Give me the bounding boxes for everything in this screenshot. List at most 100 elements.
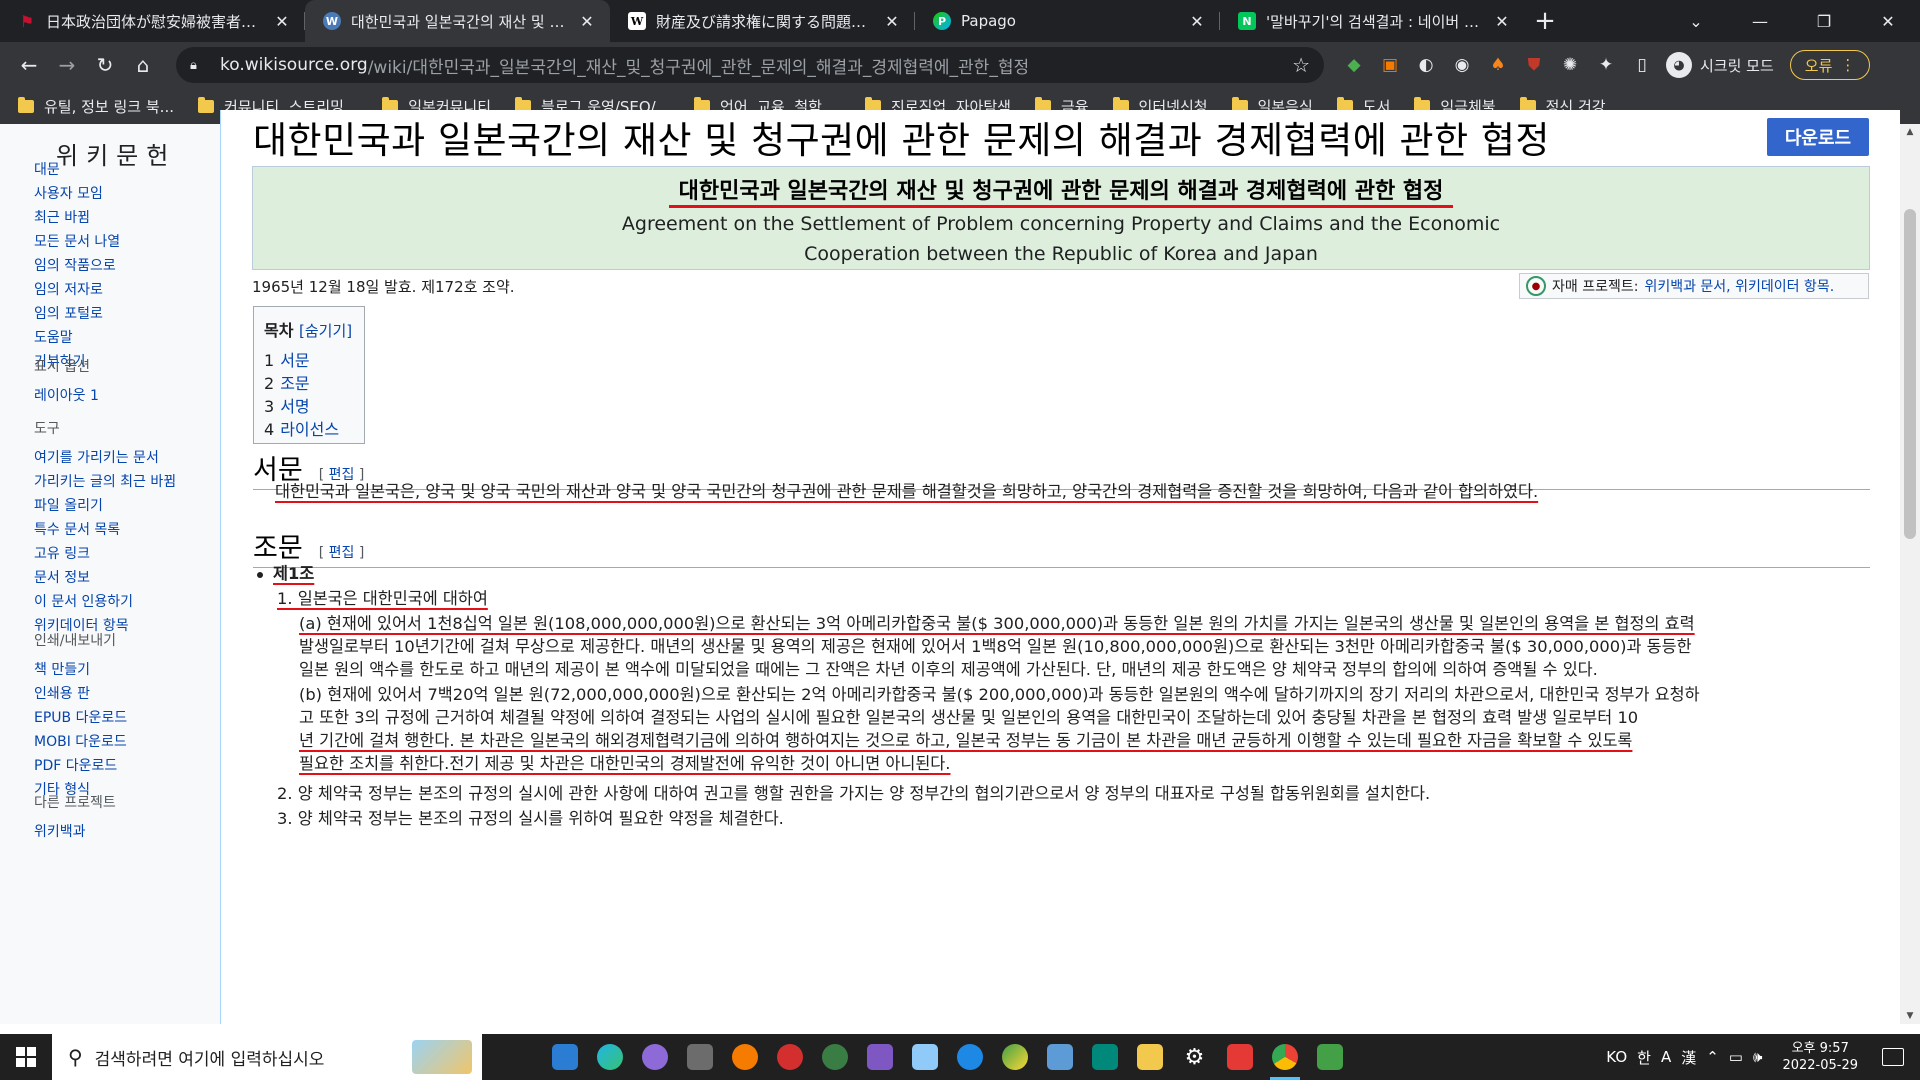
sidebar-link[interactable]: 이 문서 인용하기 bbox=[34, 592, 204, 612]
extension-icon[interactable]: ◐ bbox=[1408, 47, 1444, 83]
edit-link[interactable]: 편집 bbox=[329, 545, 355, 561]
sidebar-link[interactable]: 임의 포털로 bbox=[34, 304, 204, 324]
toc-item[interactable]: 2 조문 bbox=[264, 372, 354, 395]
browser-tab[interactable]: W 財産及び請求権に関する問題の解決 ✕ bbox=[610, 0, 915, 42]
system-tray: KO 한 A 漢 ⌃ ▭ 🕪︎ 오후 9:57 2022-05-29 bbox=[1606, 1034, 1920, 1080]
bookmark-star-icon[interactable]: ☆ bbox=[1292, 53, 1310, 77]
mail-icon[interactable] bbox=[542, 1034, 587, 1080]
sidepanel-icon[interactable]: ▯ bbox=[1624, 47, 1660, 83]
page-scrollbar[interactable]: ▲ ▼ bbox=[1900, 124, 1920, 1024]
toc-toggle[interactable]: [숨기기] bbox=[299, 322, 352, 340]
start-button[interactable] bbox=[0, 1034, 52, 1080]
sidebar-link[interactable]: 여기를 가리키는 문서 bbox=[34, 448, 204, 468]
calculator-icon[interactable] bbox=[677, 1034, 722, 1080]
sidebar-link[interactable]: 가리키는 글의 최근 바뀜 bbox=[34, 472, 204, 492]
sidebar-link[interactable]: 사용자 모임 bbox=[34, 184, 204, 204]
app-icon[interactable] bbox=[1217, 1034, 1262, 1080]
sidebar-link[interactable]: PDF 다운로드 bbox=[34, 756, 204, 776]
app-icon[interactable] bbox=[992, 1034, 1037, 1080]
scroll-up-icon[interactable]: ▲ bbox=[1900, 124, 1920, 140]
error-button[interactable]: 오류 ⋮ bbox=[1789, 50, 1871, 80]
forward-arrow-icon[interactable]: → bbox=[48, 46, 86, 84]
extension-icon[interactable]: ◉ bbox=[1444, 47, 1480, 83]
extension-icon[interactable]: ▣ bbox=[1372, 47, 1408, 83]
app-icon[interactable] bbox=[812, 1034, 857, 1080]
minimize-button[interactable]: — bbox=[1728, 0, 1792, 42]
search-app-icon[interactable] bbox=[722, 1034, 767, 1080]
sidebar-link[interactable]: 문서 정보 bbox=[34, 568, 204, 588]
notification-icon[interactable] bbox=[1882, 1048, 1904, 1066]
sidebar-link[interactable]: 파일 올리기 bbox=[34, 496, 204, 516]
edge-icon[interactable] bbox=[587, 1034, 632, 1080]
back-arrow-icon[interactable]: ← bbox=[10, 46, 48, 84]
sidebar-link[interactable]: 책 만들기 bbox=[34, 660, 204, 680]
app-icon[interactable] bbox=[857, 1034, 902, 1080]
ime-hanja[interactable]: 漢 bbox=[1681, 1047, 1696, 1068]
close-icon[interactable]: ✕ bbox=[1493, 12, 1511, 31]
volume-icon[interactable]: 🕪︎ bbox=[1753, 1048, 1762, 1066]
file-explorer-icon[interactable] bbox=[1127, 1034, 1172, 1080]
browser-tab[interactable]: ⚑ 日本政治団体が慰安婦被害者を朝… ✕ bbox=[0, 0, 305, 42]
sidebar-link[interactable]: 레이아웃 1 bbox=[34, 386, 204, 406]
extension-icon[interactable]: ◆ bbox=[1336, 47, 1372, 83]
lock-icon[interactable]: 🔒︎ bbox=[190, 58, 210, 73]
reload-icon[interactable]: ↻ bbox=[86, 46, 124, 84]
notes-icon[interactable] bbox=[902, 1034, 947, 1080]
toc-item[interactable]: 4 라이선스 bbox=[264, 418, 354, 441]
bookmark-item[interactable]: 유틸, 정보 링크 북... bbox=[18, 96, 174, 117]
browser-tab-active[interactable]: W 대한민국과 일본국간의 재산 및 청구 ✕ bbox=[305, 0, 610, 42]
close-icon[interactable]: ✕ bbox=[1188, 12, 1206, 31]
sidebar-link[interactable]: 인쇄용 판 bbox=[34, 684, 204, 704]
browser-tab[interactable]: N '말바꾸기'의 검색결과 : 네이버 사전 ✕ bbox=[1220, 0, 1525, 42]
error-label: 오류 bbox=[1804, 56, 1833, 75]
app-icon[interactable] bbox=[947, 1034, 992, 1080]
metamask-icon[interactable]: ♠ bbox=[1480, 47, 1516, 83]
sidebar-link[interactable]: 대문 bbox=[34, 160, 204, 180]
sidebar-link[interactable]: 위키백과 bbox=[34, 822, 204, 842]
ublock-icon[interactable]: ⛊ bbox=[1516, 47, 1552, 83]
chevron-up-icon[interactable]: ⌃ bbox=[1706, 1048, 1719, 1066]
network-icon[interactable]: ▭ bbox=[1729, 1048, 1743, 1066]
maximize-button[interactable]: ❐ bbox=[1792, 0, 1856, 42]
close-window-button[interactable]: ✕ bbox=[1856, 0, 1920, 42]
sidebar-link[interactable]: MOBI 다운로드 bbox=[34, 732, 204, 752]
settings-gear-icon[interactable]: ⚙ bbox=[1172, 1034, 1217, 1080]
toc-item[interactable]: 1 서문 bbox=[264, 349, 354, 372]
app-icon[interactable] bbox=[767, 1034, 812, 1080]
sidebar-link[interactable]: 임의 작품으로 bbox=[34, 256, 204, 276]
ime-indicator[interactable]: KO bbox=[1606, 1048, 1627, 1066]
taskbar-search[interactable]: ⚲ 검색하려면 여기에 입력하십시오 bbox=[52, 1034, 482, 1080]
sidebar-link[interactable]: 최근 바뀜 bbox=[34, 208, 204, 228]
tab-search-icon[interactable]: ⌄ bbox=[1664, 0, 1728, 42]
scrollbar-thumb[interactable] bbox=[1904, 209, 1916, 539]
browser-tab[interactable]: P Papago ✕ bbox=[915, 0, 1220, 42]
address-bar[interactable]: 🔒︎ ko.wikisource.org /wiki/대한민국과_일본국간의_재… bbox=[176, 47, 1324, 83]
clock[interactable]: 오후 9:57 2022-05-29 bbox=[1782, 1040, 1858, 1074]
sidebar-link[interactable]: 모든 문서 나열 bbox=[34, 232, 204, 252]
app-icon[interactable] bbox=[1037, 1034, 1082, 1080]
scroll-down-icon[interactable]: ▼ bbox=[1900, 1008, 1920, 1024]
sidebar-link[interactable]: EPUB 다운로드 bbox=[34, 708, 204, 728]
wikipedia-icon: W bbox=[628, 12, 646, 30]
toc-item[interactable]: 3 서명 bbox=[264, 395, 354, 418]
sister-links[interactable]: 위키백과 문서, 위키데이터 항목. bbox=[1644, 276, 1834, 296]
close-icon[interactable]: ✕ bbox=[273, 12, 291, 31]
sidebar-link[interactable]: 특수 문서 목록 bbox=[34, 520, 204, 540]
close-icon[interactable]: ✕ bbox=[578, 12, 596, 31]
chrome-icon[interactable] bbox=[1262, 1034, 1307, 1080]
download-button[interactable]: 다운로드 bbox=[1767, 118, 1869, 156]
ime-alpha[interactable]: A bbox=[1661, 1048, 1671, 1066]
home-icon[interactable]: ⌂ bbox=[124, 46, 162, 84]
extension-icon[interactable]: ✺ bbox=[1552, 47, 1588, 83]
sidebar-link[interactable]: 임의 저자로 bbox=[34, 280, 204, 300]
close-icon[interactable]: ✕ bbox=[883, 12, 901, 31]
new-tab-button[interactable]: + bbox=[1525, 0, 1565, 42]
sidebar-link[interactable]: 고유 링크 bbox=[34, 544, 204, 564]
ime-hangul[interactable]: 한 bbox=[1637, 1047, 1651, 1068]
sidebar-link[interactable]: 도움말 bbox=[34, 328, 204, 348]
app-icon[interactable] bbox=[1082, 1034, 1127, 1080]
app-icon[interactable] bbox=[1307, 1034, 1352, 1080]
puzzle-icon[interactable]: ✦ bbox=[1588, 47, 1624, 83]
app-icon[interactable] bbox=[632, 1034, 677, 1080]
incognito-indicator[interactable]: ◕ 시크릿 모드 bbox=[1666, 52, 1774, 78]
